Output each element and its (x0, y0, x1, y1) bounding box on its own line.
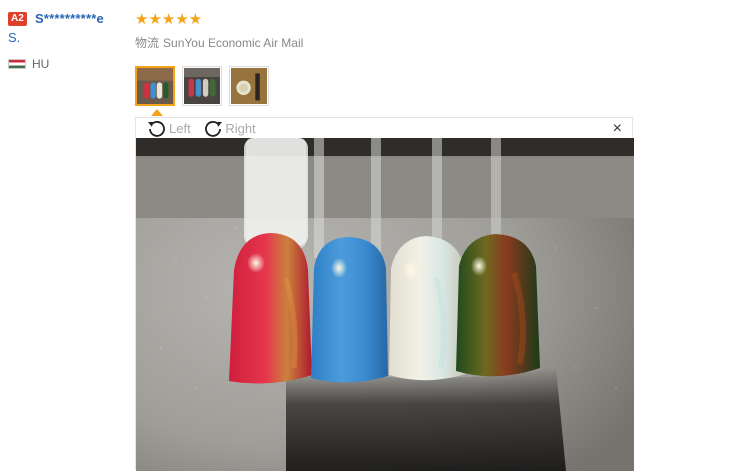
buyer-level-badge: A2 (8, 12, 27, 26)
rotate-left-icon (148, 121, 165, 137)
close-icon[interactable]: × (613, 121, 622, 137)
rotate-toolbar: Left Right (146, 118, 264, 138)
shipping-info: 物流 SunYou Economic Air Mail (135, 34, 303, 51)
reviewer-name[interactable]: S**********e (35, 11, 104, 26)
thumbnail-image (184, 68, 220, 104)
thumbnail-3[interactable] (229, 66, 269, 106)
rating-stars: ★★★★★ (135, 11, 203, 28)
rotate-right-button[interactable]: Right (202, 118, 256, 138)
country-code: HU (32, 57, 50, 71)
photo-viewer: Left Right × (135, 117, 634, 471)
review-photo (136, 138, 634, 471)
reviewer-name-suffix[interactable]: S. (8, 30, 20, 45)
rotate-right-label: Right (225, 120, 256, 136)
shipping-method: SunYou Economic Air Mail (163, 36, 304, 50)
thumbnail-2[interactable] (182, 66, 222, 106)
active-thumbnail-pointer (151, 109, 163, 116)
thumbnail-1[interactable] (135, 66, 175, 106)
rotate-right-icon (205, 121, 223, 137)
thumbnail-image (137, 68, 173, 104)
rotate-left-label: Left (169, 120, 191, 136)
thumbnail-image (231, 68, 267, 104)
rotate-left-button[interactable]: Left (146, 118, 191, 138)
reviewer-country: HU (8, 57, 49, 71)
shipping-label: 物流 (135, 36, 160, 50)
reviewer-info: A2 S**********e S. HU (8, 11, 128, 71)
hungary-flag-icon (8, 59, 26, 69)
